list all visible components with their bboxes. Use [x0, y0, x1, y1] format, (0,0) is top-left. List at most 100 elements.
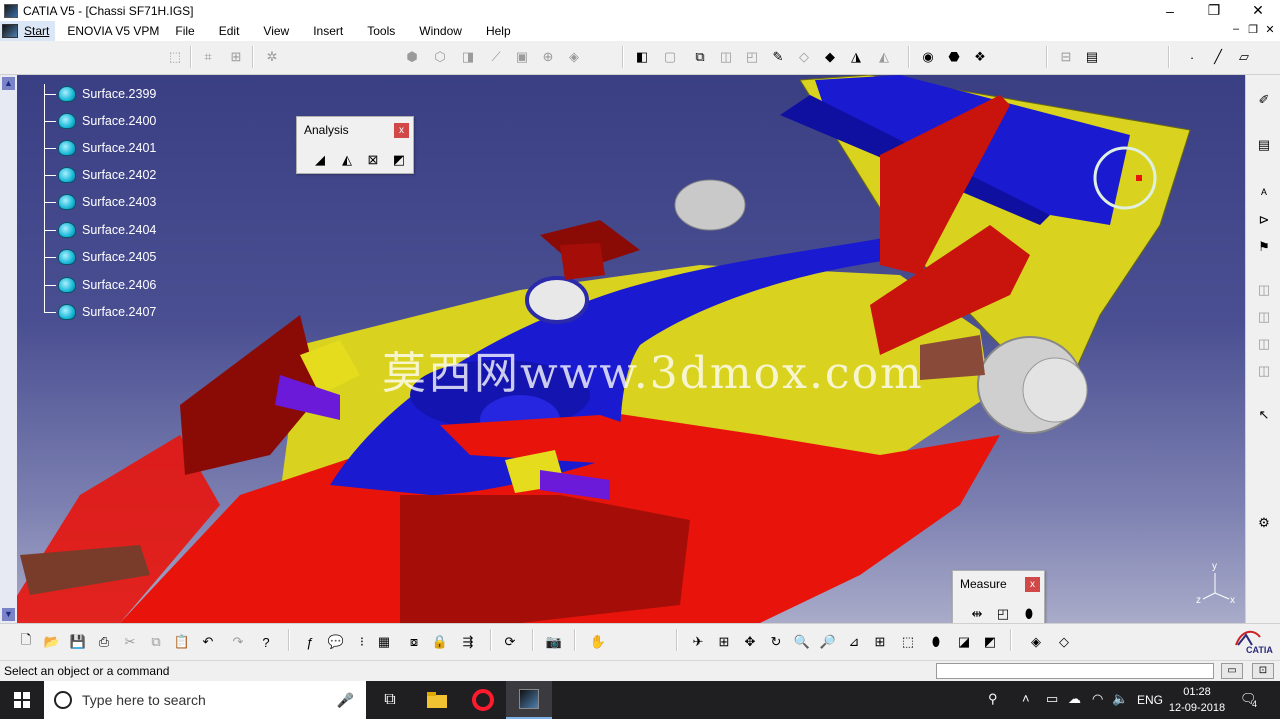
paste-icon[interactable]: 📋 — [172, 632, 192, 652]
split-icon[interactable]: ◰ — [742, 47, 762, 67]
line-icon[interactable]: ╱ — [1208, 47, 1228, 67]
measure-update-icon[interactable]: ⇶ — [458, 632, 478, 652]
translate-icon[interactable]: ◭ — [874, 47, 894, 67]
disassemble-icon[interactable]: ◫ — [716, 47, 736, 67]
language-indicator[interactable]: ENG — [1137, 693, 1163, 707]
trim-icon[interactable]: ✎ — [768, 47, 788, 67]
select-icon[interactable]: ⬚ — [165, 47, 185, 67]
file-explorer-icon[interactable] — [414, 681, 460, 719]
lock-icon[interactable]: 🔒 — [430, 632, 450, 652]
restore-button[interactable]: ❐ — [1192, 0, 1236, 21]
menu-window[interactable]: Window — [411, 24, 470, 38]
copy-icon[interactable]: ⧉ — [146, 632, 166, 652]
clock[interactable]: 01:28 12-09-2018 — [1168, 684, 1226, 716]
menu-edit[interactable]: Edit — [211, 24, 248, 38]
update-icon[interactable]: ⟳ — [500, 632, 520, 652]
repetition-icon[interactable]: ◫ — [1254, 280, 1274, 300]
wifi-icon[interactable]: ◠ — [1092, 691, 1103, 707]
fit-all-icon[interactable]: ⊞ — [714, 632, 734, 652]
draft-analysis-icon[interactable]: ◢ — [310, 150, 330, 170]
doc-minimize-button[interactable]: – — [1228, 23, 1244, 35]
formula-icon[interactable]: ƒ — [300, 632, 320, 652]
curvature-analysis-icon[interactable]: ◭ — [337, 150, 357, 170]
select-arrow-icon[interactable]: ↖ — [1254, 405, 1274, 425]
text-annotation-icon[interactable]: ᴬ — [1254, 183, 1274, 203]
affinity-icon[interactable]: ◫ — [1254, 361, 1274, 381]
swap-space-icon[interactable]: ◩ — [980, 632, 1000, 652]
measure-toolbar[interactable]: Measure x ⇹ ◰ ⬮ — [952, 570, 1045, 626]
menu-file[interactable]: File — [167, 24, 202, 38]
extract-icon[interactable]: ◆ — [820, 47, 840, 67]
fillet-icon[interactable]: ◮ — [846, 47, 866, 67]
undo-icon[interactable]: ↶ — [198, 632, 218, 652]
table-icon[interactable]: ▦ — [374, 632, 394, 652]
surface-fill-icon[interactable]: ▣ — [512, 47, 532, 67]
power-input-icon[interactable]: ▭ — [1221, 663, 1243, 679]
boundary-icon[interactable]: ◇ — [794, 47, 814, 67]
pan-icon[interactable]: ✥ — [740, 632, 760, 652]
surface-sweep-icon[interactable]: ⟋ — [486, 47, 506, 67]
untrim-icon[interactable]: ⧉ — [690, 47, 710, 67]
surface-extrude-icon[interactable]: ⬢ — [402, 47, 422, 67]
plane-icon[interactable]: ▱ — [1234, 47, 1254, 67]
parameter-icon[interactable]: ⁝ — [352, 632, 372, 652]
point-icon[interactable]: ✲ — [262, 47, 282, 67]
minimize-button[interactable]: – — [1148, 0, 1192, 21]
surface-analysis-icon[interactable]: ◩ — [389, 150, 409, 170]
multi-view-icon[interactable]: ⊞ — [870, 632, 890, 652]
opera-browser-icon[interactable] — [460, 681, 506, 719]
menu-tools[interactable]: Tools — [359, 24, 403, 38]
apply-material-bottom-icon[interactable]: ✋ — [588, 632, 608, 652]
normal-view-icon[interactable]: ⊿ — [844, 632, 864, 652]
flag-note-icon[interactable]: ⊳ — [1254, 210, 1274, 230]
connect-checker-icon[interactable]: ⊠ — [363, 150, 383, 170]
open-icon[interactable]: 📂 — [42, 632, 62, 652]
scaling-icon[interactable]: ◫ — [1254, 334, 1274, 354]
constraint-icon[interactable]: ⚑ — [1254, 237, 1274, 257]
show-hidden-icons[interactable]: ˄ — [1022, 691, 1030, 706]
catia-taskbar-icon[interactable] — [506, 681, 552, 719]
apply-material-icon[interactable]: ◉ — [918, 47, 938, 67]
rotate-icon[interactable]: ↻ — [766, 632, 786, 652]
comment-icon[interactable]: 💬 — [326, 632, 346, 652]
join-icon[interactable]: ◧ — [632, 47, 652, 67]
task-view-icon[interactable]: ⧉ — [367, 681, 413, 719]
capture-icon[interactable]: 📷 — [544, 632, 564, 652]
doc-close-button[interactable]: ✕ — [1262, 23, 1278, 36]
windows-start-button[interactable] — [0, 681, 44, 719]
scroll-up-icon[interactable]: ▲ — [2, 77, 15, 90]
surface-revolve-icon[interactable]: ⬡ — [430, 47, 450, 67]
symmetry-icon[interactable]: ◫ — [1254, 307, 1274, 327]
surface-blend-icon[interactable]: ◈ — [564, 47, 584, 67]
healing-icon[interactable]: ▢ — [660, 47, 680, 67]
3d-viewport[interactable]: ▲ ▼ Surface.2399 Surface.2400 Surface.24… — [0, 75, 1245, 623]
menu-view[interactable]: View — [255, 24, 297, 38]
snap-icon[interactable]: ⌗ — [198, 47, 218, 67]
surface-loft-icon[interactable]: ⊕ — [538, 47, 558, 67]
redo-icon[interactable]: ↷ — [228, 632, 248, 652]
undo-status-icon[interactable]: ⊡ — [1252, 663, 1274, 679]
shading-icon[interactable]: ⬮ — [926, 632, 946, 652]
print-icon[interactable]: ⎙ — [94, 632, 114, 652]
publish-icon[interactable]: ▤ — [1082, 47, 1102, 67]
layer-icon[interactable]: ◈ — [1026, 632, 1046, 652]
taskbar-search[interactable]: Type here to search 🎤 — [44, 681, 366, 719]
menu-enovia[interactable]: ENOVIA V5 VPM — [59, 24, 167, 38]
sketcher-icon[interactable]: ✐ — [1254, 90, 1274, 110]
measure-between-icon[interactable]: ⇹ — [967, 604, 987, 624]
new-icon[interactable]: 🗋 — [16, 632, 36, 652]
onedrive-icon[interactable]: ☁ — [1068, 691, 1081, 707]
volume-icon[interactable]: 🔈 — [1112, 691, 1128, 707]
microphone-icon[interactable]: 🎤 — [337, 692, 354, 709]
cut-icon[interactable]: ✂ — [120, 632, 140, 652]
menu-insert[interactable]: Insert — [305, 24, 351, 38]
measure-close-button[interactable]: x — [1025, 577, 1040, 592]
analysis-close-button[interactable]: x — [394, 123, 409, 138]
doc-restore-button[interactable]: ❐ — [1245, 23, 1261, 36]
tools-icon[interactable]: ⊟ — [1056, 47, 1076, 67]
measure-item-icon[interactable]: ◰ — [993, 604, 1013, 624]
settings-icon[interactable]: ⚙ — [1254, 513, 1274, 533]
hierarchy-icon[interactable]: ⧇ — [404, 632, 424, 652]
iso-view-icon[interactable]: ⬚ — [898, 632, 918, 652]
measure-inertia-icon[interactable]: ⬮ — [1019, 604, 1039, 624]
